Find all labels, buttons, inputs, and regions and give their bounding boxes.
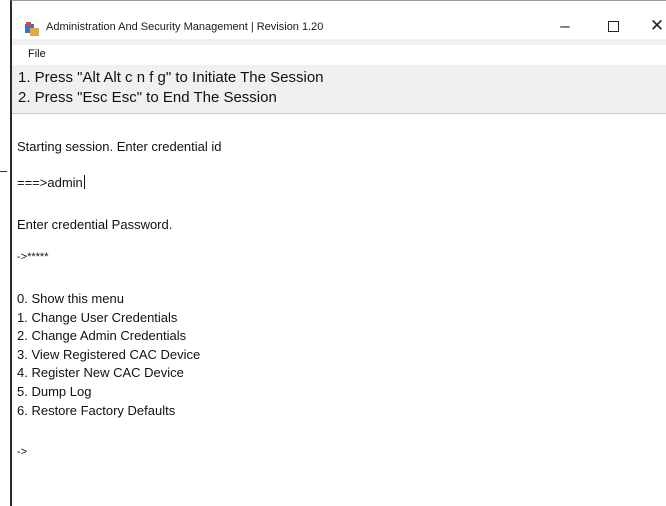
console-menu-list: 0. Show this menu 1. Change User Credent… xyxy=(17,290,200,420)
menu-option: 3. View Registered CAC Device xyxy=(17,346,201,362)
console-id-line: ===>admin xyxy=(17,175,85,190)
app-window: Administration And Security Management |… xyxy=(10,0,666,506)
maximize-icon xyxy=(607,20,619,32)
console-password-prompt: Enter credential Password. xyxy=(17,217,173,232)
menu-option: 0. Show this menu xyxy=(17,291,124,306)
menu-file[interactable]: File xyxy=(28,48,46,60)
menu-option: 6. Restore Factory Defaults xyxy=(17,402,176,418)
close-button[interactable]: ✕ xyxy=(636,13,666,39)
edge-marker xyxy=(0,171,7,172)
menu-option: 4. Register New CAC Device xyxy=(17,365,184,381)
app-icon xyxy=(25,22,39,36)
menu-option: 5. Dump Log xyxy=(17,383,92,399)
console-password-entry: ->***** xyxy=(17,251,49,263)
console-starting-line: Starting session. Enter credential id xyxy=(17,139,222,154)
console-final-prompt: -> xyxy=(17,446,28,458)
instruction-initiate: 1. Press "Alt Alt c n f g" to Initiate T… xyxy=(18,69,324,86)
console-output[interactable]: Starting session. Enter credential id ==… xyxy=(12,114,666,506)
text-caret xyxy=(83,175,85,189)
title-bar[interactable]: Administration And Security Management |… xyxy=(12,1,666,39)
menu-option: 1. Change User Credentials xyxy=(17,309,178,325)
maximize-button[interactable] xyxy=(592,13,634,39)
instructions-panel: 1. Press "Alt Alt c n f g" to Initiate T… xyxy=(12,65,666,114)
window-title: Administration And Security Management |… xyxy=(46,21,324,33)
instruction-end: 2. Press "Esc Esc" to End The Session xyxy=(18,89,277,106)
minimize-button[interactable]: – xyxy=(544,13,586,39)
menu-option: 2. Change Admin Credentials xyxy=(17,328,187,344)
console-id-text: ===>admin xyxy=(17,175,83,190)
menu-bar: File xyxy=(12,45,666,65)
